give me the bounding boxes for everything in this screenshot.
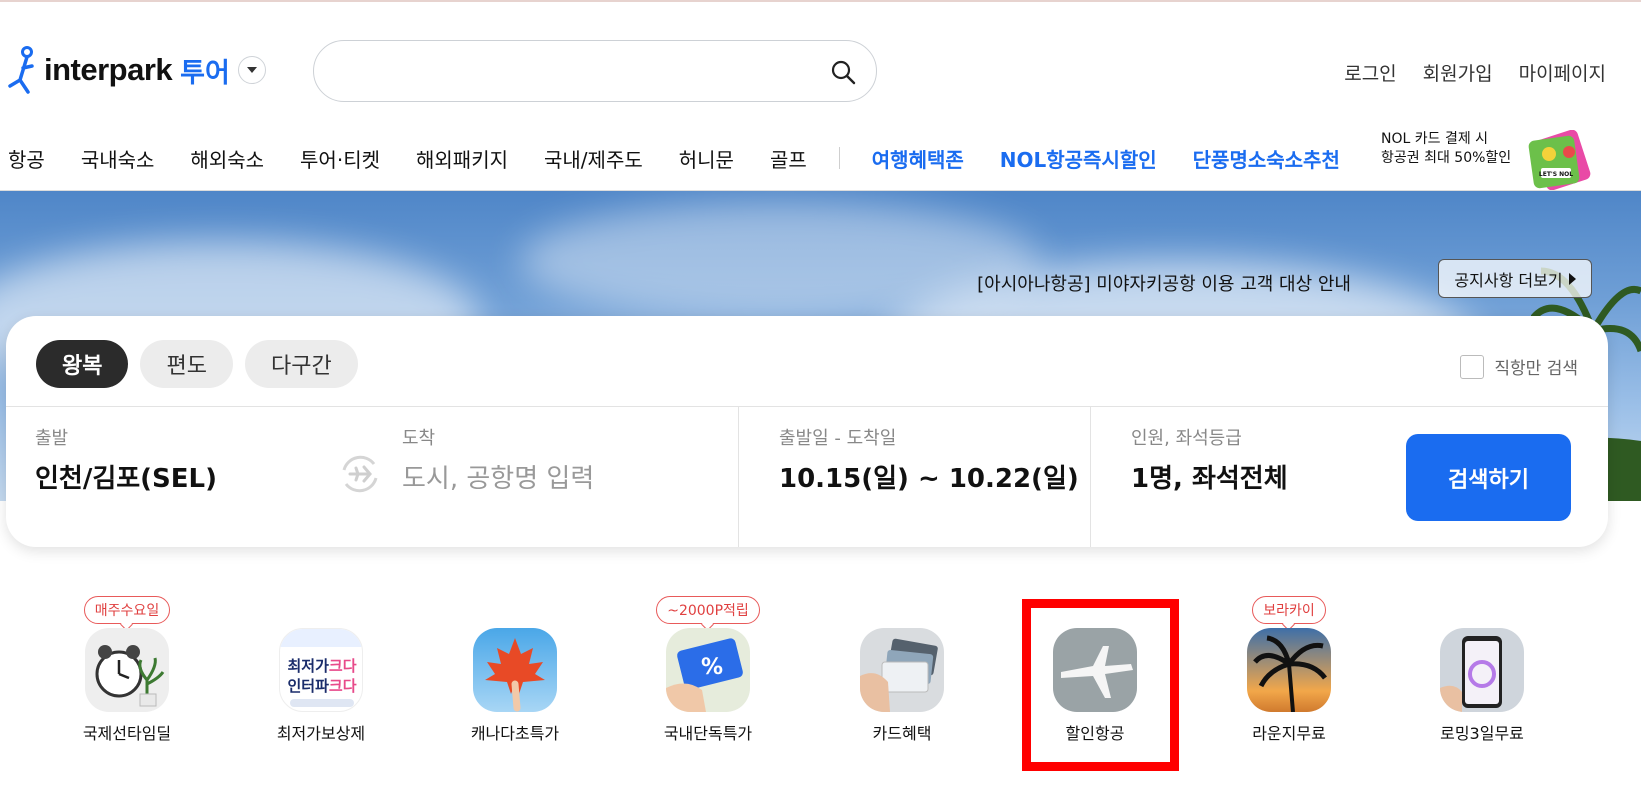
quick-international-timedeal[interactable]: 매주수요일 국제선타임딜 — [42, 594, 212, 744]
signup-link[interactable]: 회원가입 — [1423, 59, 1493, 86]
tag-badge: ~2000P적립 — [656, 596, 760, 624]
promo-line-2: 항공권 최대 50%할인 — [1381, 150, 1512, 166]
nav-domestic-jeju[interactable]: 국내/제주도 — [544, 144, 643, 173]
notice-more-button[interactable]: 공지사항 더보기 — [1438, 259, 1592, 298]
checkbox-box[interactable] — [1460, 354, 1485, 379]
top-divider — [0, 0, 1641, 2]
field-divider — [1090, 407, 1091, 547]
svg-text:최저가크다: 최저가크다 — [287, 657, 356, 675]
maple-leaf-icon — [473, 628, 557, 712]
search-bar[interactable] — [313, 40, 877, 102]
departure-field[interactable]: 출발 인천/김포(SEL) — [35, 424, 217, 495]
credit-card-icon — [860, 628, 944, 712]
passenger-field[interactable]: 인원, 좌석등급 1명, 좌석전체 — [1131, 424, 1288, 495]
quick-lowest-price-guarantee[interactable]: 최저가크다 인터파크다 최저가보상제 — [236, 594, 406, 744]
nav-divider — [838, 147, 840, 169]
arrival-label: 도착 — [402, 428, 436, 449]
passenger-value: 1명, 좌석전체 — [1131, 464, 1288, 494]
tab-one-way[interactable]: 편도 — [140, 340, 233, 388]
nav-autumn-stays[interactable]: 단풍명소숙소추천 — [1193, 144, 1340, 173]
discount-coupon-icon: % — [666, 628, 750, 712]
search-input[interactable] — [336, 55, 806, 87]
play-arrow-icon — [1568, 272, 1576, 285]
nav-tour-ticket[interactable]: 투어·티켓 — [300, 144, 380, 173]
nav-nol-flight-discount[interactable]: NOL항공즉시할인 — [1000, 144, 1157, 173]
search-button[interactable]: 검색하기 — [1406, 434, 1571, 521]
logo-tour-label: 투어 — [180, 57, 230, 89]
passenger-label: 인원, 좌석등급 — [1131, 428, 1242, 449]
main-nav: 항공 국내숙소 해외숙소 투어·티켓 해외패키지 국내/제주도 허니문 골프 여… — [8, 140, 1376, 176]
nav-domestic-stay[interactable]: 국내숙소 — [81, 144, 155, 173]
flight-search-panel: 왕복 편도 다구간 직항만 검색 출발 인천/김포(SEL) 도착 도시, 공항… — [6, 316, 1608, 547]
nav-golf[interactable]: 골프 — [770, 144, 807, 173]
direct-only-checkbox[interactable]: 직항만 검색 — [1460, 354, 1578, 379]
logo-wordmark: interpark — [44, 52, 173, 87]
arrival-placeholder: 도시, 공항명 입력 — [402, 464, 595, 494]
panel-divider — [6, 406, 1608, 407]
promo-card-label: LET'S NOL — [1539, 171, 1573, 178]
caret-down-icon — [246, 67, 257, 73]
departure-label: 출발 — [35, 428, 69, 449]
interpark-tour-logo[interactable]: interpark 투어 — [6, 44, 266, 96]
swap-airports-icon[interactable] — [336, 450, 384, 498]
notice-more-label: 공지사항 더보기 — [1454, 270, 1563, 290]
quick-free-lounge[interactable]: 보라카이 라운지무료 — [1204, 594, 1374, 744]
tag-badge: 매주수요일 — [83, 596, 171, 624]
quick-domestic-exclusive[interactable]: ~2000P적립 % 국내단독특가 — [623, 594, 793, 744]
notice-text[interactable]: [아시아나항공] 미야자키공항 이용 고객 대상 안내 — [977, 270, 1351, 296]
departure-value: 인천/김포(SEL) — [35, 464, 217, 494]
lowest-price-banner-image: 최저가크다 인터파크다 — [279, 628, 363, 712]
card-promo-text[interactable]: NOL 카드 결제 시 항공권 최대 50%할인 — [1381, 130, 1511, 168]
quick-canada-special[interactable]: 캐나다초특가 — [430, 594, 600, 744]
search-icon[interactable] — [830, 59, 856, 85]
service-dropdown-button[interactable] — [237, 56, 266, 84]
quick-free-roaming[interactable]: 로밍3일무료 — [1397, 594, 1567, 744]
field-divider — [738, 407, 739, 547]
selection-highlight-box — [1022, 599, 1179, 771]
quick-label: 국내단독특가 — [663, 724, 753, 743]
date-value: 10.15(일) ~ 10.22(일) — [779, 464, 1079, 494]
quick-label: 국제선타임딜 — [82, 724, 172, 743]
nav-honeymoon[interactable]: 허니문 — [679, 144, 734, 173]
direct-only-label: 직항만 검색 — [1494, 359, 1578, 379]
quick-label: 카드혜택 — [872, 724, 932, 743]
quick-card-benefits[interactable]: 카드혜택 — [817, 594, 987, 744]
alarm-clock-icon — [85, 628, 169, 712]
tag-badge: 보라카이 — [1252, 596, 1326, 624]
login-link[interactable]: 로그인 — [1344, 59, 1396, 86]
user-menu: 로그인 회원가입 마이페이지 — [1344, 59, 1606, 86]
quick-label: 캐나다초특가 — [470, 724, 560, 743]
nav-overseas-stay[interactable]: 해외숙소 — [190, 144, 264, 173]
palm-sunset-icon — [1247, 628, 1331, 712]
trip-type-tabs: 왕복 편도 다구간 — [36, 340, 358, 388]
nav-travel-benefits[interactable]: 여행혜택존 — [872, 144, 964, 173]
quick-label: 로밍3일무료 — [1440, 724, 1524, 743]
nol-card-image[interactable]: LET'S NOL — [1525, 130, 1597, 190]
coupon-percent-text: % — [701, 655, 723, 680]
runner-logo-icon — [8, 46, 34, 94]
date-label: 출발일 - 도착일 — [779, 428, 897, 449]
tab-multi-city[interactable]: 다구간 — [244, 340, 358, 388]
tab-round-trip[interactable]: 왕복 — [36, 340, 129, 388]
date-field[interactable]: 출발일 - 도착일 10.15(일) ~ 10.22(일) — [779, 424, 1079, 495]
nav-overseas-package[interactable]: 해외패키지 — [416, 144, 508, 173]
quick-label: 라운지무료 — [1252, 724, 1326, 743]
promo-line-1: NOL 카드 결제 시 — [1381, 131, 1489, 147]
mypage-link[interactable]: 마이페이지 — [1519, 59, 1606, 86]
quick-label: 최저가보상제 — [276, 724, 366, 743]
svg-text:인터파크다: 인터파크다 — [287, 677, 356, 695]
nav-flight[interactable]: 항공 — [8, 144, 45, 173]
arrival-field[interactable]: 도착 도시, 공항명 입력 — [402, 424, 594, 495]
phone-roaming-icon — [1440, 628, 1524, 712]
